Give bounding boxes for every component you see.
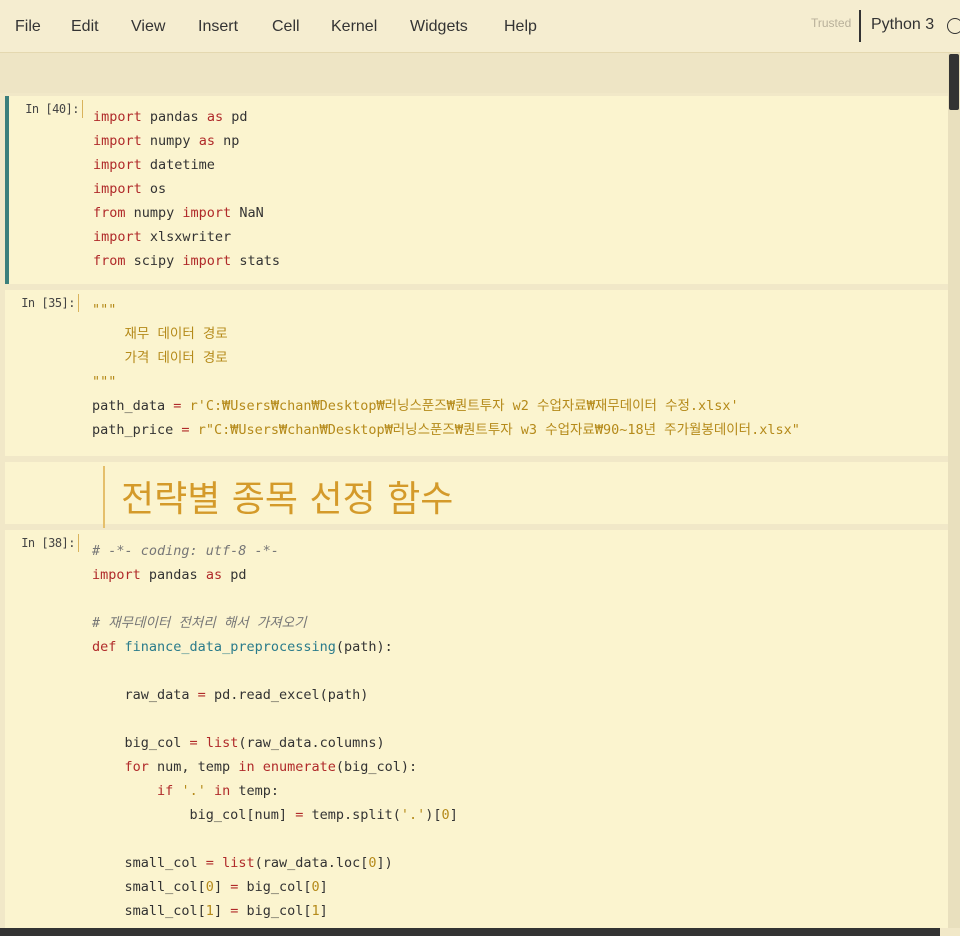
prompt-divider [78,534,79,552]
prompt-divider [78,294,79,312]
markdown-cell[interactable]: 전략별 종목 선정 함수 [5,462,948,528]
kernel-separator [859,10,861,42]
vertical-scrollbar[interactable] [948,53,960,928]
cell-prompt: In [40]: [25,102,79,116]
markdown-rule [103,466,105,528]
menu-help[interactable]: Help [504,18,537,36]
menu-kernel[interactable]: Kernel [331,18,377,36]
code-cell-preprocessing[interactable]: In [38]: # -*- coding: utf-8 -*- import … [5,530,948,928]
markdown-heading: 전략별 종목 선정 함수 [121,479,454,520]
menu-edit[interactable]: Edit [71,18,99,36]
menubar: File Edit View Insert Cell Kernel Widget… [0,0,960,53]
code-input[interactable]: import pandas as pd import numpy as np i… [93,105,280,273]
trusted-indicator[interactable]: Trusted [811,16,851,30]
menu-insert[interactable]: Insert [198,18,238,36]
toolbar-strip [0,53,948,93]
horizontal-scrollbar[interactable] [0,928,940,936]
menu-file[interactable]: File [15,18,41,36]
prompt-divider [82,100,83,118]
code-cell-paths[interactable]: In [35]: """ 재무 데이터 경로 가격 데이터 경로 """ pat… [5,290,948,456]
code-input[interactable]: # -*- coding: utf-8 -*- import pandas as… [92,539,458,923]
code-cell-imports[interactable]: In [40]: import pandas as pd import nump… [5,96,952,284]
cell-prompt: In [35]: [21,296,75,310]
menu-view[interactable]: View [131,18,165,36]
menu-widgets[interactable]: Widgets [410,18,468,36]
cell-prompt: In [38]: [21,536,75,550]
kernel-name[interactable]: Python 3 [871,16,934,34]
menu-cell[interactable]: Cell [272,18,300,36]
vertical-scrollbar-thumb[interactable] [949,54,959,110]
code-input[interactable]: """ 재무 데이터 경로 가격 데이터 경로 """ path_data = … [92,298,800,442]
kernel-status-icon [947,18,960,34]
